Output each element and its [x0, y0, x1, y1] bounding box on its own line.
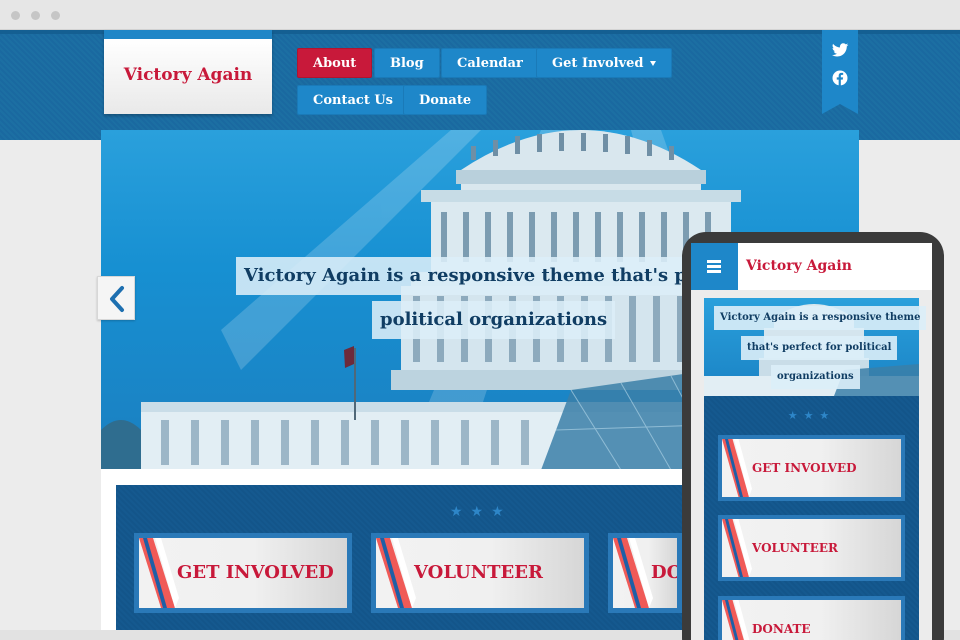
mobile-caption-line3: organizations [771, 365, 860, 389]
window-minimize-dot[interactable] [31, 11, 40, 20]
nav-calendar[interactable]: Calendar [441, 48, 539, 78]
mobile-caption-line1: Victory Again is a responsive theme [714, 306, 927, 330]
mobile-card-donate-inner: DONATE [722, 600, 901, 640]
chevron-left-icon [110, 286, 124, 312]
site-logo-text: Victory Again [123, 65, 253, 85]
card-volunteer-inner: VOLUNTEER [376, 538, 584, 608]
card-volunteer-label: VOLUNTEER [414, 562, 543, 583]
window-maximize-dot[interactable] [51, 11, 60, 20]
mobile-logo[interactable]: Victory Again [746, 243, 852, 290]
slider-prev-button[interactable] [97, 276, 135, 320]
ribbon-stripe-icon [722, 600, 750, 640]
mobile-card-volunteer-inner: VOLUNTEER [722, 519, 901, 577]
card-get-involved[interactable]: GET INVOLVED [134, 533, 352, 613]
nav-donate-label: Donate [419, 93, 472, 108]
browser-chrome [0, 0, 960, 30]
mobile-card-donate[interactable]: DONATE [718, 596, 905, 640]
facebook-icon[interactable] [830, 68, 850, 88]
nav-about[interactable]: About [297, 48, 373, 78]
nav-get-involved-label: Get Involved [552, 56, 644, 71]
ribbon-stripe-icon [613, 538, 653, 608]
hero-caption-line1: Victory Again is a responsive theme that… [236, 257, 755, 295]
nav-blog-label: Blog [390, 56, 424, 71]
mobile-card-get-involved[interactable]: GET INVOLVED [718, 435, 905, 501]
dropdown-caret-icon [649, 61, 656, 66]
mobile-header: Victory Again [691, 243, 932, 290]
ribbon-stripe-icon [722, 519, 752, 577]
ribbon-stripe-icon [376, 538, 416, 608]
hero-caption-line2: political organizations [372, 301, 616, 339]
phone-screen: Victory Again Victory Again is a respons… [691, 243, 932, 640]
ribbon-stripe-icon [139, 538, 179, 608]
card-donate[interactable]: DONATE [608, 533, 682, 613]
nav-calendar-label: Calendar [457, 56, 523, 71]
card-get-involved-inner: GET INVOLVED [139, 538, 347, 608]
mobile-caption-line2: that's perfect for political [741, 336, 898, 360]
mobile-card-donate-label: DONATE [752, 622, 811, 636]
ribbon-stripe-icon [722, 439, 752, 497]
nav-blog[interactable]: Blog [374, 48, 440, 78]
nav-get-involved[interactable]: Get Involved [536, 48, 672, 78]
site-logo[interactable]: Victory Again [104, 30, 272, 114]
twitter-icon[interactable] [830, 40, 850, 60]
stars-divider: ★★★ [450, 504, 512, 520]
nav-donate[interactable]: Donate [403, 85, 488, 115]
mobile-card-volunteer-label: VOLUNTEER [752, 541, 838, 555]
card-get-involved-label: GET INVOLVED [177, 562, 334, 583]
nav-contact-us-label: Contact Us [313, 93, 393, 108]
mobile-menu-button[interactable] [691, 243, 738, 290]
mobile-card-get-involved-label: GET INVOLVED [752, 461, 857, 475]
mobile-card-get-involved-inner: GET INVOLVED [722, 439, 901, 497]
card-volunteer[interactable]: VOLUNTEER [371, 533, 589, 613]
mobile-card-volunteer[interactable]: VOLUNTEER [718, 515, 905, 581]
card-donate-label: DONATE [651, 562, 677, 583]
mobile-stars-divider: ★★★ [787, 409, 836, 422]
nav-about-label: About [313, 56, 357, 71]
hamburger-icon [707, 260, 721, 273]
nav-contact-us[interactable]: Contact Us [297, 85, 409, 115]
window-close-dot[interactable] [11, 11, 20, 20]
social-ribbon [822, 30, 858, 114]
card-donate-inner: DONATE [613, 538, 677, 608]
